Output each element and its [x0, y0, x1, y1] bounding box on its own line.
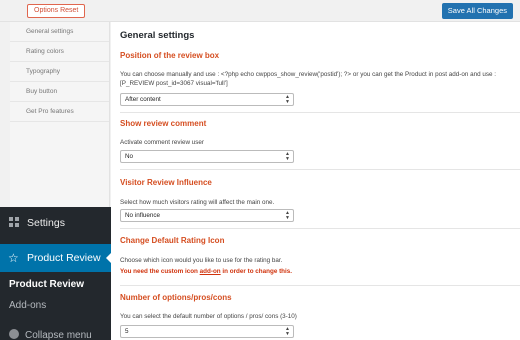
- position-description-line2: [P_REVIEW post_id=3067 visual='full']: [120, 80, 228, 87]
- divider: [120, 169, 520, 170]
- visitor-influence-select[interactable]: No influence ▲ ▼: [120, 209, 294, 222]
- select-arrows-icon: ▲ ▼: [285, 94, 290, 105]
- active-menu-notch: [106, 253, 111, 263]
- select-arrows-icon: ▲ ▼: [285, 326, 290, 337]
- rating-icon-warning: You need the custom icon add-on in order…: [120, 268, 292, 275]
- divider: [120, 285, 520, 286]
- save-all-changes-button[interactable]: Save All Changes: [441, 3, 513, 19]
- review-comment-select[interactable]: No ▲ ▼: [120, 150, 294, 163]
- admin-menu-product-review[interactable]: ☆ Product Review: [0, 244, 111, 272]
- comment-description: Activate comment review user: [120, 139, 204, 146]
- subnav-item-buy-button[interactable]: Buy button: [10, 82, 109, 102]
- divider: [120, 228, 520, 229]
- subnav-item-rating-colors[interactable]: Rating colors: [10, 42, 109, 62]
- position-description-line1: You can choose manually and use : <?php …: [120, 71, 497, 78]
- settings-sliders-icon: [9, 217, 19, 227]
- page-title: General settings: [120, 30, 195, 41]
- options-count-description: You can select the default number of opt…: [120, 313, 297, 320]
- subnav-item-typography[interactable]: Typography: [10, 62, 109, 82]
- options-count-select[interactable]: 5 ▲ ▼: [120, 325, 294, 338]
- addon-link[interactable]: add-on: [200, 268, 221, 275]
- position-select-value: After content: [125, 96, 161, 103]
- admin-menu-settings-label: Settings: [27, 217, 65, 229]
- subnav-item-general-settings[interactable]: General settings: [10, 22, 109, 42]
- rating-icon-description: Choose which icon would you like to use …: [120, 257, 283, 264]
- divider: [120, 112, 520, 113]
- submenu-addons[interactable]: Add-ons: [9, 300, 46, 311]
- position-select[interactable]: After content ▲ ▼: [120, 93, 294, 106]
- select-arrows-icon: ▲ ▼: [285, 210, 290, 221]
- section-title-review-comment: Show review comment: [120, 119, 207, 128]
- review-comment-select-value: No: [125, 153, 134, 160]
- admin-menu-product-review-label: Product Review: [27, 252, 101, 264]
- warning-text-post: in order to change this.: [220, 268, 293, 275]
- options-count-select-value: 5: [125, 328, 129, 335]
- influence-description: Select how much visitors rating will aff…: [120, 199, 275, 206]
- subnav-item-get-pro-features[interactable]: Get Pro features: [10, 102, 109, 122]
- section-title-options-count: Number of options/pros/cons: [120, 293, 232, 302]
- admin-sidebar-menu: Settings ☆ Product Review Product Review…: [0, 207, 111, 340]
- section-title-position: Position of the review box: [120, 51, 220, 60]
- collapse-circle-icon: [9, 329, 19, 339]
- star-icon: ☆: [8, 251, 19, 265]
- submenu-product-review[interactable]: Product Review: [9, 279, 84, 290]
- section-title-visitor-influence: Visitor Review Influence: [120, 178, 212, 187]
- admin-menu-settings[interactable]: Settings: [0, 207, 111, 239]
- collapse-menu-label: Collapse menu: [25, 330, 92, 340]
- options-reset-button[interactable]: Options Reset: [27, 4, 86, 18]
- collapse-menu-button[interactable]: Collapse menu: [9, 329, 92, 340]
- select-arrows-icon: ▲ ▼: [285, 151, 290, 162]
- settings-content: General settings Position of the review …: [111, 22, 520, 340]
- visitor-influence-select-value: No influence: [125, 212, 161, 219]
- section-title-rating-icon: Change Default Rating Icon: [120, 236, 225, 245]
- warning-text-pre: You need the custom icon: [120, 268, 200, 275]
- top-toolbar: Options Reset Save All Changes: [0, 0, 520, 22]
